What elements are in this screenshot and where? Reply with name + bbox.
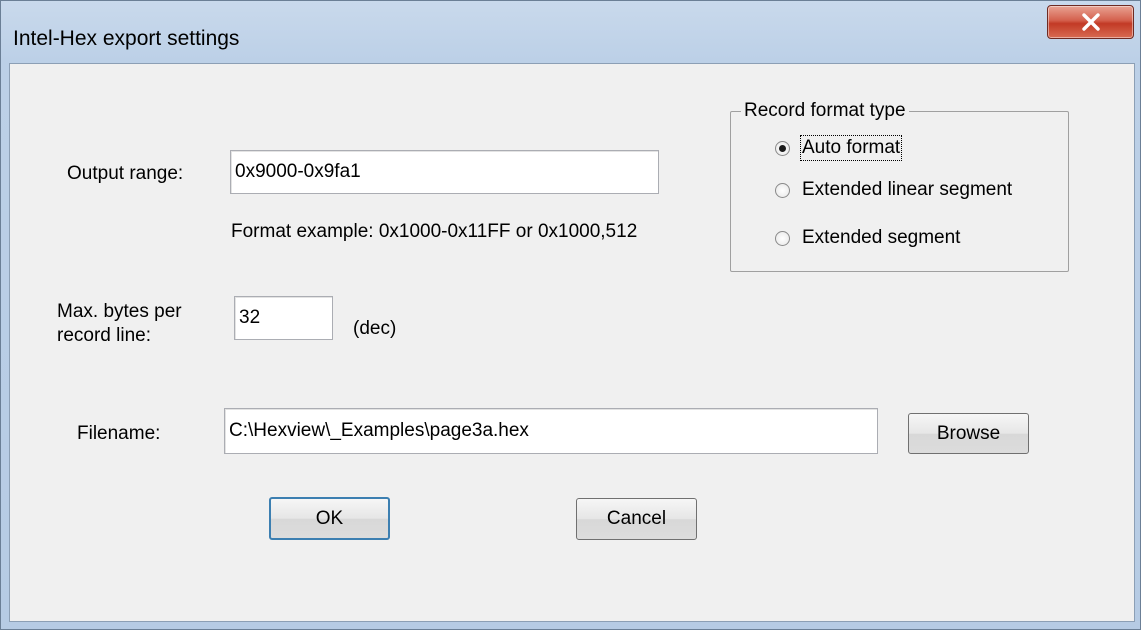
output-range-label: Output range: <box>67 163 184 184</box>
title-bar[interactable]: Intel-Hex export settings <box>1 1 1140 63</box>
radio-label-extended-linear-segment: Extended linear segment <box>802 179 1013 200</box>
output-range-input[interactable] <box>231 151 658 193</box>
record-format-groupbox: Record format type Auto format Extended … <box>730 100 1069 272</box>
radio-button[interactable] <box>775 230 790 246</box>
cancel-button[interactable]: Cancel <box>576 498 697 540</box>
max-bytes-unit-label: (dec) <box>353 318 397 339</box>
radio-auto-format[interactable]: Auto format <box>775 135 903 161</box>
filename-input[interactable] <box>225 409 877 453</box>
output-range-field[interactable] <box>230 150 659 194</box>
max-bytes-input[interactable] <box>235 297 332 339</box>
window-title: Intel-Hex export settings <box>13 27 240 50</box>
dialog-window: Intel-Hex export settings Output range: … <box>0 0 1141 630</box>
max-bytes-field[interactable] <box>234 296 333 340</box>
close-icon <box>1081 13 1100 31</box>
max-bytes-label-line1: Max. bytes per <box>57 301 182 322</box>
format-example-text: Format example: 0x1000-0x11FF or 0x1000,… <box>231 221 638 242</box>
filename-field[interactable] <box>224 408 878 454</box>
browse-button[interactable]: Browse <box>908 413 1029 454</box>
radio-extended-segment[interactable]: Extended segment <box>775 227 960 249</box>
dialog-client-area: Output range: Format example: 0x1000-0x1… <box>9 63 1135 622</box>
radio-label-auto-format: Auto format <box>799 135 903 161</box>
radio-label-extended-segment: Extended segment <box>802 227 961 248</box>
max-bytes-label-line2: record line: <box>57 325 151 346</box>
radio-extended-linear-segment[interactable]: Extended linear segment <box>775 179 1012 201</box>
close-button[interactable] <box>1047 5 1134 39</box>
radio-button[interactable] <box>775 182 790 198</box>
record-format-title: Record format type <box>741 100 909 122</box>
radio-button-checked[interactable] <box>775 140 790 156</box>
ok-button[interactable]: OK <box>269 497 390 540</box>
filename-label: Filename: <box>77 423 161 444</box>
